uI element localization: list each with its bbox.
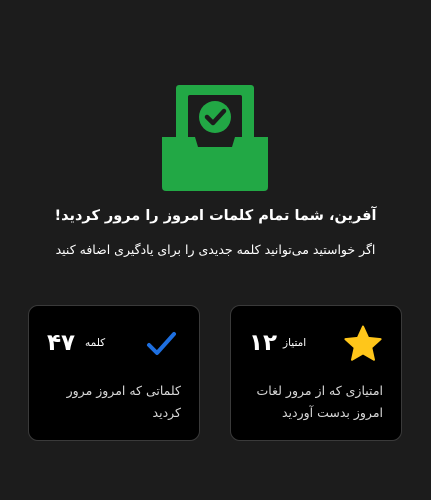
words-description: کلماتی که امروز مرور کردید [66, 383, 181, 420]
words-card: ۴۷ کلمه کلماتی که امروز مرور کردید [28, 305, 200, 441]
inbox-check-icon [162, 85, 268, 191]
completion-subtitle: اگر خواستید می‌توانید کلمه جدیدی را برای… [55, 242, 376, 257]
review-complete-screen: آفرین، شما تمام کلمات امروز را مرور کردی… [0, 0, 431, 500]
points-unit: امتیاز [283, 337, 307, 349]
completion-title: آفرین، شما تمام کلمات امروز را مرور کردی… [54, 208, 377, 224]
checkmark-icon [147, 332, 176, 355]
points-value: ۱۲ [249, 330, 278, 356]
points-card: ۱۲ امتیاز امتیازی که از مرور لغات امروز … [230, 305, 402, 441]
words-value: ۴۷ [47, 330, 76, 356]
points-description: امتیازی که از مرور لغات امروز بدست آوردی… [256, 383, 383, 420]
words-unit: کلمه [85, 337, 106, 349]
star-icon [344, 325, 382, 361]
